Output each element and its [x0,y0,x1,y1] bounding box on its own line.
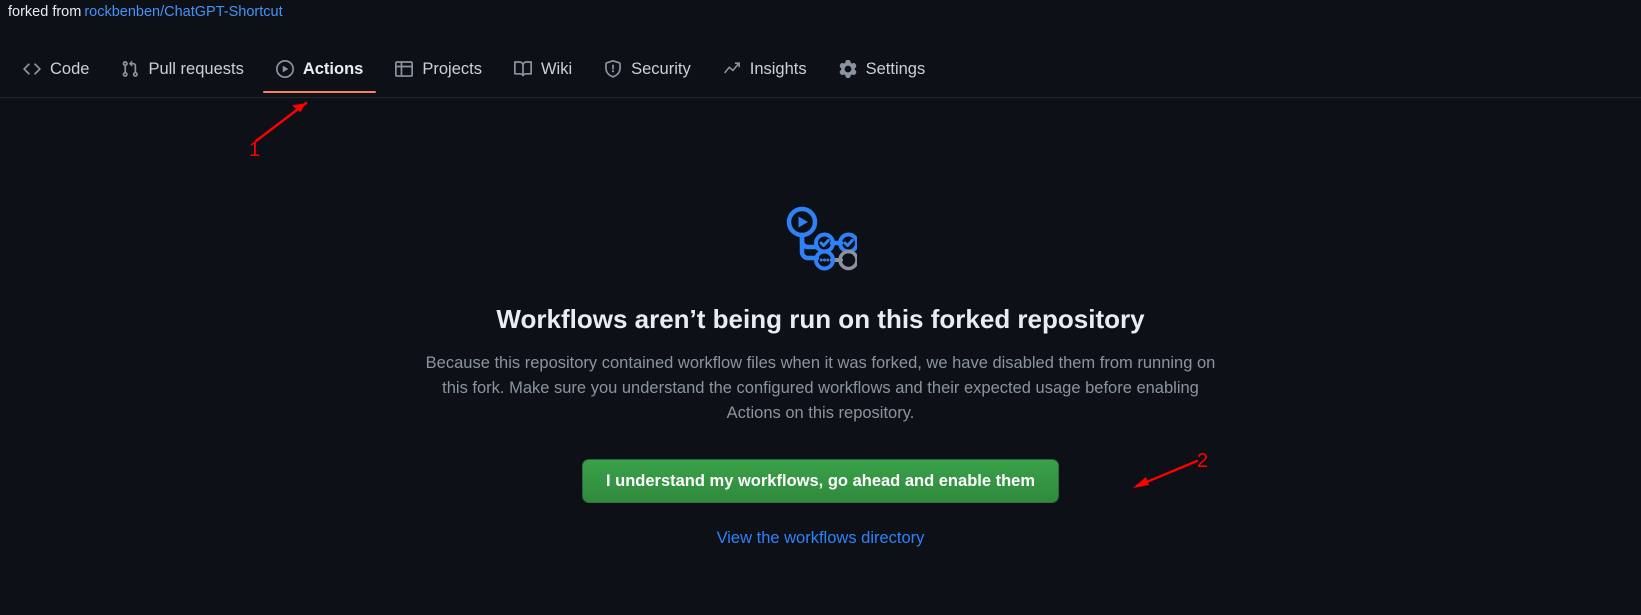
git-pull-request-icon [121,60,139,78]
forked-from-banner: forked from rockbenben/ChatGPT-Shortcut [8,2,283,22]
table-icon [395,60,414,78]
nav-item-label: Projects [422,59,482,78]
nav-item-pull-requests[interactable]: Pull requests [108,45,256,93]
workflow-icon [786,206,857,271]
nav-item-label: Wiki [540,59,573,78]
nav-item-label: Pull requests [148,59,244,78]
nav-item-actions[interactable]: Actions [262,45,377,93]
forked-from-label: forked from [8,4,82,20]
enable-workflows-button[interactable]: I understand my workflows, go ahead and … [581,458,1060,503]
gear-icon [839,60,857,78]
view-workflows-directory-link[interactable]: View the workflows directory [717,529,925,547]
workflows-disabled-blankslate: Workflows aren’t being run on this forke… [371,205,1271,548]
nav-item-wiki[interactable]: Wiki [501,45,585,93]
nav-item-label: Actions [302,59,364,78]
repository-nav: Code Pull requests Actions Projects Wiki… [0,45,1641,98]
arrow-icon [254,101,308,143]
blankslate-secondary-action: View the workflows directory [371,529,1271,548]
shield-icon [604,60,622,78]
book-icon [513,60,532,78]
blankslate-actions: I understand my workflows, go ahead and … [371,458,1271,503]
nav-item-code[interactable]: Code [10,45,102,93]
play-circle-icon [275,60,294,78]
nav-item-projects[interactable]: Projects [382,45,495,93]
annotation-number-2: 2 [1197,450,1209,472]
nav-item-label: Insights [749,59,807,78]
page-title: Workflows aren’t being run on this forke… [496,304,1145,334]
blankslate-description: Because this repository contained workfl… [425,353,1216,422]
nav-item-label: Settings [865,59,926,78]
annotation-arrow-1 [250,95,320,150]
nav-item-security[interactable]: Security [591,45,704,93]
nav-item-settings[interactable]: Settings [826,45,939,93]
nav-item-label: Code [50,59,90,78]
nav-item-label: Security [631,59,691,78]
forked-from-repo-link[interactable]: rockbenben/ChatGPT-Shortcut [84,4,282,20]
code-icon [23,60,41,78]
nav-item-insights[interactable]: Insights [710,45,820,93]
annotation-number-1: 1 [249,139,261,161]
graph-icon [723,60,741,78]
